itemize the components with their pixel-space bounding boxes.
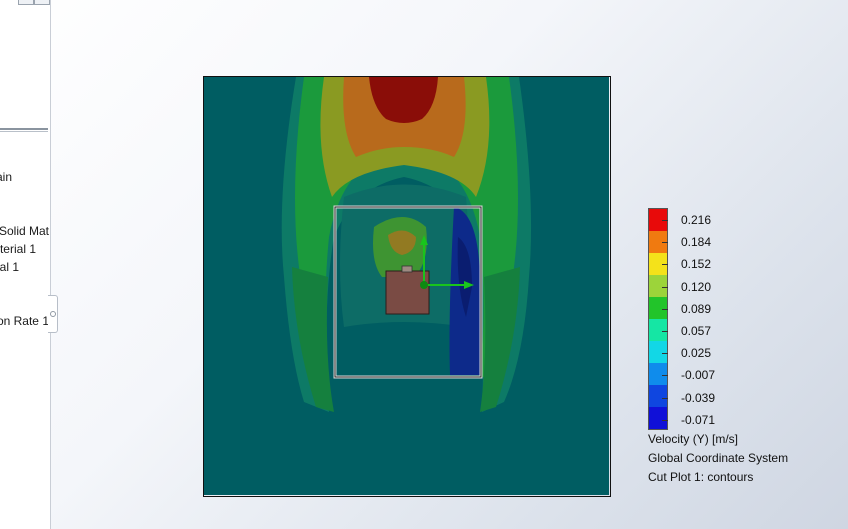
legend-tick-mark — [662, 242, 668, 244]
velocity-contour-plot — [204, 77, 609, 495]
tree-splitter[interactable] — [0, 128, 48, 132]
legend-title: Velocity (Y) [m/s] — [648, 432, 739, 446]
legend-tick-mark — [662, 375, 668, 377]
feature-tree-panel: ain Solid Mat terial 1 al 1 on Rate 1 — [0, 0, 51, 529]
legend-tick-mark — [662, 286, 668, 288]
legend-tick-label: 0.057 — [681, 324, 712, 338]
cut-plot-view[interactable] — [203, 76, 611, 497]
tree-item-label: on Rate 1 — [0, 314, 49, 328]
collapse-icon — [50, 311, 56, 317]
tree-item-label: ain — [0, 170, 12, 184]
legend-tick-mark — [662, 397, 668, 399]
legend-coordinate-system: Global Coordinate System — [648, 451, 789, 465]
panel-collapse-handle[interactable] — [48, 295, 58, 333]
velocity-legend: 0.216 0.184 0.152 0.120 0.089 0.057 0.025 -0.00… — [648, 208, 838, 488]
legend-tick-label: -0.071 — [681, 412, 716, 427]
tree-toolbar-button[interactable] — [34, 0, 50, 5]
triad-origin — [420, 281, 428, 289]
tree-toolbar — [0, 0, 50, 5]
tree-item-material-1b[interactable]: al 1 — [0, 260, 19, 276]
legend-tick-mark — [662, 264, 668, 266]
tree-item-domain[interactable]: ain — [0, 170, 12, 186]
legend-tick-mark — [662, 419, 668, 421]
tree-item-label: al 1 — [0, 260, 19, 274]
tree-item-material-1[interactable]: terial 1 — [0, 242, 36, 258]
legend-tick-label: 0.152 — [681, 257, 712, 272]
legend-tick-label: -0.007 — [681, 368, 716, 383]
legend-tick-label: 0.184 — [681, 235, 712, 250]
legend-tick-label: 0.025 — [681, 346, 712, 361]
legend-tick-label: -0.039 — [681, 390, 716, 405]
legend-tick-mark — [662, 353, 668, 355]
heat-source-tab — [401, 265, 413, 273]
legend-swatch — [649, 363, 667, 386]
legend-tick-mark — [662, 308, 668, 310]
legend-tick-mark — [662, 331, 668, 332]
legend-swatch — [649, 385, 667, 408]
legend-tick-label: 0.120 — [681, 279, 712, 294]
legend-plot-name: Cut Plot 1: contours — [648, 470, 754, 484]
tree-item-label: terial 1 — [0, 242, 36, 256]
tree-item-label: Solid Mat — [0, 224, 49, 238]
tree-item-solid-material[interactable]: Solid Mat — [0, 224, 49, 240]
legend-swatch — [649, 407, 667, 429]
legend-tick-mark — [662, 220, 668, 221]
legend-tick-label: 0.089 — [681, 301, 712, 316]
tree-item-heat-generation-rate[interactable]: on Rate 1 — [0, 314, 49, 330]
legend-tick-label: 0.216 — [681, 213, 712, 227]
tree-toolbar-button[interactable] — [18, 0, 34, 5]
heat-source-body[interactable] — [385, 270, 430, 315]
